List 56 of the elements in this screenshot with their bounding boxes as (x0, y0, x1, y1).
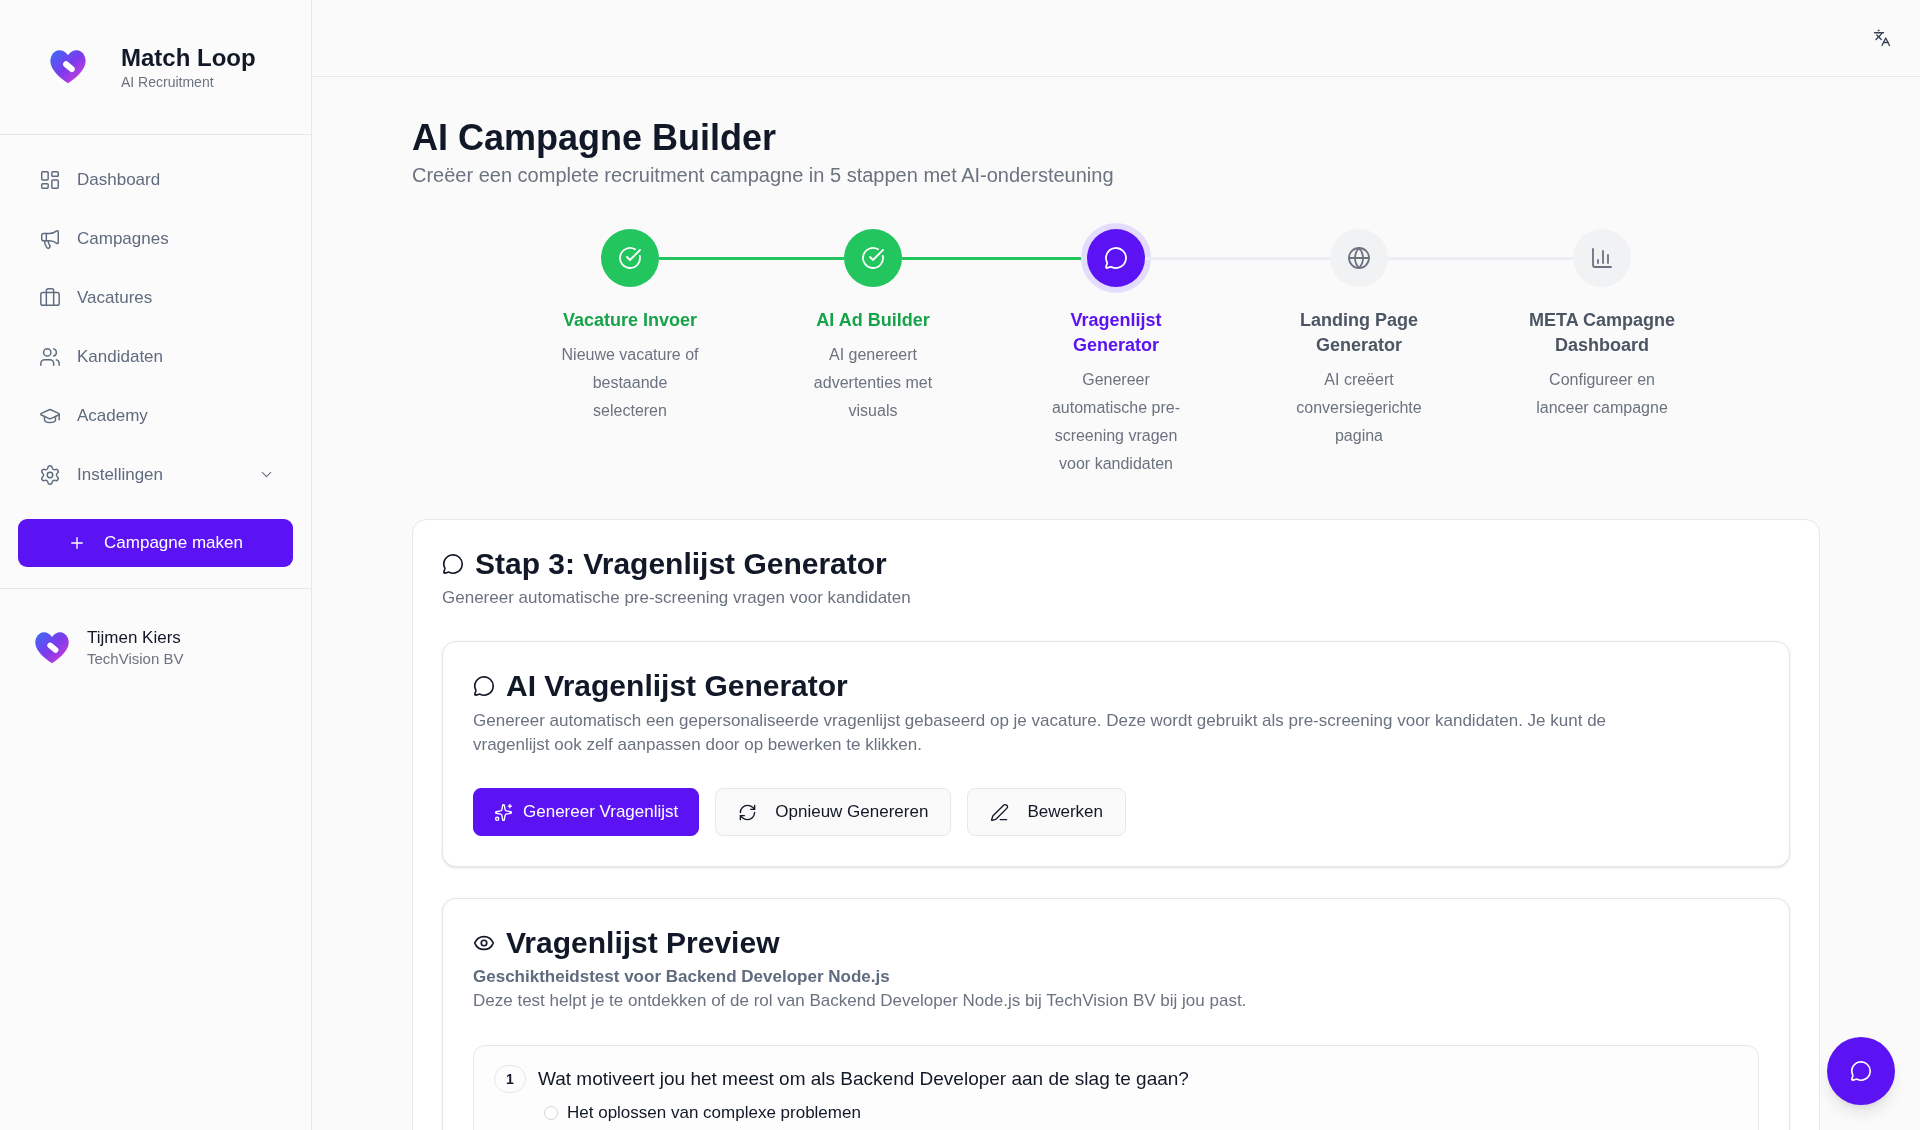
quiz-title: Geschiktheidstest voor Backend Developer Node.js (473, 966, 891, 988)
action-button[interactable]: Genereer Vragenlijst (473, 788, 700, 836)
megaphone-icon (39, 227, 61, 250)
preview-title: Vragenlijst Preview (506, 925, 780, 961)
create-campaign-button[interactable]: Campagne maken (18, 519, 293, 567)
sidebar-nav-item[interactable]: Kandidaten (18, 327, 293, 386)
answer-option[interactable]: Het oplossen van complexe problemen (544, 1101, 1738, 1125)
step-title: Vacature Invoer (561, 309, 699, 332)
step-description: Nieuwe vacature of bestaande selecteren (560, 345, 700, 421)
bar-chart-icon (1589, 246, 1614, 270)
action-button[interactable]: Opnieuw Genereren (715, 788, 952, 836)
chat-bubble-icon (442, 553, 464, 575)
step-description: AI creëert conversiegerichte pagina (1295, 370, 1423, 446)
step-title: Landing Page Generator (1299, 309, 1419, 357)
user-company: TechVision BV (87, 649, 184, 669)
generator-description: Genereer automatisch een gepersonaliseerde vragenlijst gebaseerd op je vacature. Deze wordt gebruikt als pre-screening voor kandidaten. Je kunt de vragenlijst ook zelf aanpassen door op bewerken te klikken. (473, 710, 1608, 756)
users-icon (39, 345, 61, 368)
step-card-title: Stap 3: Vragenlijst Generator (475, 546, 887, 582)
refresh-icon (738, 802, 758, 822)
quiz-description: Deze test helpt je te ontdekken of de rol van Backend Developer Node.js bij TechVision BV bij jou past. (473, 990, 1248, 1012)
sidebar-nav-item[interactable]: Vacatures (18, 268, 293, 327)
chat-bubble-icon (1850, 1060, 1872, 1082)
briefcase-icon (39, 286, 61, 309)
sidebar-nav-item[interactable]: Academy (18, 386, 293, 445)
sidebar-nav-item[interactable]: Dashboard (18, 150, 293, 209)
step-title: META Campagne Dashboard (1528, 309, 1676, 357)
user-name: Tijmen Kiers (87, 627, 182, 649)
check-circle-icon (860, 246, 885, 270)
globe-icon (1346, 246, 1371, 270)
dashboard-icon (39, 168, 61, 191)
step-title: Vragenlijst Generator (1069, 309, 1163, 357)
chat-bubble-icon (1103, 246, 1128, 270)
brand-logo-icon (49, 48, 87, 86)
brand-tagline: AI Recruitment (121, 73, 215, 91)
radio-button[interactable] (544, 1106, 558, 1120)
chat-bubble-icon (473, 675, 495, 697)
user-avatar-icon (34, 630, 70, 666)
sparkles-icon (494, 802, 513, 822)
step-description: AI genereert advertenties met visuals (812, 345, 934, 421)
translate-icon (1873, 29, 1891, 47)
page-subtitle: Creëer een complete recruitment campagne in 5 stappen met AI-ondersteuning (412, 163, 1115, 188)
step-card-subtitle: Genereer automatische pre-screening vragen voor kandidaten (442, 587, 912, 609)
pen-icon (990, 802, 1010, 822)
brand-name: Match Loop (121, 43, 256, 73)
page-title: AI Campagne Builder (412, 118, 778, 158)
settings-icon (39, 463, 61, 486)
chat-button[interactable] (1827, 1037, 1895, 1105)
step-title: AI Ad Builder (815, 309, 931, 332)
sidebar-nav-item[interactable]: Campagnes (18, 209, 293, 268)
step-description: Genereer automatische pre-screening vragen voor kandidaten (1050, 370, 1182, 474)
step-description: Configureer en lanceer campagne (1535, 370, 1669, 418)
action-button[interactable]: Bewerken (967, 788, 1126, 836)
check-circle-icon (617, 246, 642, 270)
sidebar-nav-item[interactable]: Instellingen (18, 445, 293, 504)
generator-title: AI Vragenlijst Generator (506, 668, 848, 704)
question-text: Wat motiveert jou het meest om als Backend Developer aan de slag te gaan? (538, 1067, 1189, 1091)
